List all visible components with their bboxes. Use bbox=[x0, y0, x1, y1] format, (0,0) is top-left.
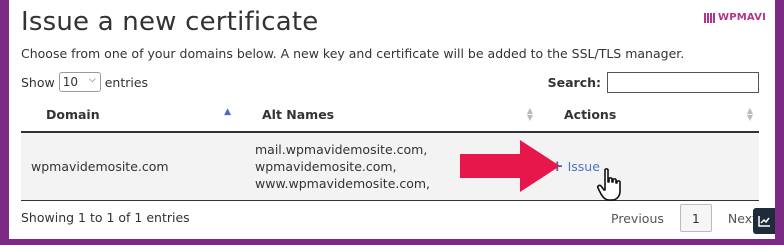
page-title: Issue a new certificate bbox=[21, 7, 319, 37]
previous-button[interactable]: Previous bbox=[611, 211, 664, 226]
annotation-arrow-icon bbox=[460, 140, 560, 192]
wpmavi-logo-icon bbox=[703, 12, 715, 23]
column-label: Domain bbox=[46, 106, 100, 122]
hand-pointer-icon bbox=[596, 168, 621, 201]
entries-select[interactable]: 10 bbox=[58, 72, 101, 92]
table-header-row: Domain ▲ Alt Names ▲ ▼ Actions ▲ ▼ bbox=[21, 97, 759, 133]
column-header-alt-names[interactable]: Alt Names ▲ ▼ bbox=[237, 97, 539, 133]
brand-name: WPMAVI bbox=[717, 12, 766, 23]
table-info: Showing 1 to 1 of 1 entries bbox=[21, 210, 190, 225]
pagination: Previous 1 Next bbox=[611, 204, 757, 232]
column-label: Alt Names bbox=[262, 106, 335, 122]
search-control: Search: bbox=[548, 72, 759, 93]
brand-logo: WPMAVI bbox=[703, 12, 766, 23]
column-header-actions[interactable]: Actions ▲ ▼ bbox=[539, 97, 759, 133]
actions-cell: + Issue bbox=[539, 132, 759, 201]
entries-label: entries bbox=[104, 74, 149, 90]
entries-length-control: Show 10 ⌵ entries bbox=[21, 72, 148, 92]
page-frame: Issue a new certificate WPMAVI Choose fr… bbox=[9, 0, 775, 239]
search-input[interactable] bbox=[607, 72, 759, 93]
show-label: Show bbox=[21, 74, 55, 90]
domain-cell: wpmavidemosite.com bbox=[21, 132, 237, 201]
sort-icon: ▲ ▼ bbox=[746, 106, 753, 122]
chart-icon bbox=[757, 216, 770, 227]
table-controls: Show 10 ⌵ entries Search: bbox=[21, 72, 759, 94]
column-label: Actions bbox=[564, 106, 617, 122]
table-row: wpmavidemosite.com mail.wpmavidemosite.c… bbox=[21, 132, 759, 201]
entries-select-wrap: 10 ⌵ bbox=[58, 72, 101, 92]
page-button-1[interactable]: 1 bbox=[679, 204, 712, 232]
stats-chart-button[interactable] bbox=[753, 208, 775, 234]
certificates-table: Domain ▲ Alt Names ▲ ▼ Actions ▲ ▼ wpmavid… bbox=[21, 97, 759, 201]
column-header-domain[interactable]: Domain ▲ bbox=[21, 97, 237, 133]
page-description: Choose from one of your domains below. A… bbox=[21, 46, 685, 61]
sort-ascending-icon: ▲ bbox=[224, 107, 231, 117]
search-label: Search: bbox=[547, 75, 601, 90]
sort-icon: ▲ ▼ bbox=[526, 106, 533, 122]
